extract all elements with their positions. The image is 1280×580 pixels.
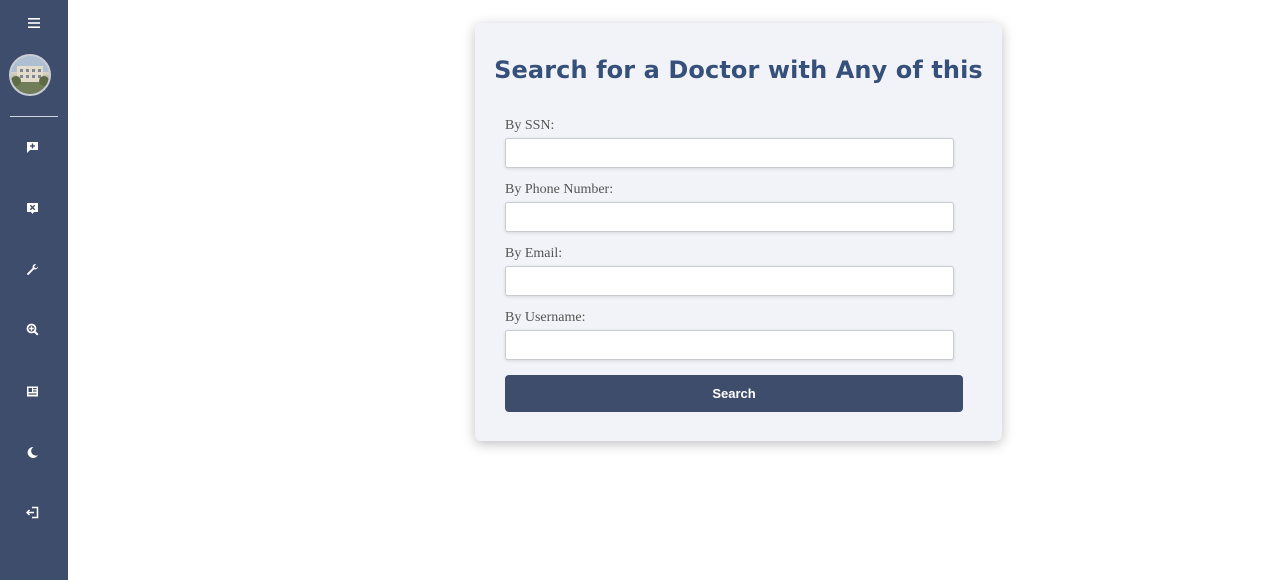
cancel-comment-icon	[26, 202, 38, 214]
id-card-icon	[26, 386, 38, 396]
email-label: By Email:	[505, 246, 563, 261]
avatar[interactable]	[9, 54, 51, 96]
sidebar-item-dark-mode[interactable]	[14, 437, 50, 467]
search-icon	[26, 323, 39, 336]
ssn-label: By SSN:	[505, 118, 555, 133]
phone-input[interactable]	[505, 202, 954, 232]
username-label: By Username:	[505, 310, 586, 325]
search-button[interactable]: Search	[505, 375, 963, 412]
wrench-icon	[26, 263, 38, 275]
sidebar-item-search[interactable]	[14, 314, 50, 344]
sidebar-item-logout[interactable]	[14, 497, 50, 527]
email-input[interactable]	[505, 266, 954, 296]
ssn-input[interactable]	[505, 138, 954, 168]
moon-icon	[27, 446, 38, 458]
sidebar-item-records[interactable]	[14, 376, 50, 406]
add-comment-icon	[26, 141, 38, 153]
sidebar-item-add-comment[interactable]	[14, 132, 50, 162]
username-input[interactable]	[505, 330, 954, 360]
logout-icon	[25, 506, 38, 518]
building-photo	[11, 56, 49, 94]
search-doctor-card: Search for a Doctor with Any of this By …	[475, 23, 1002, 441]
hamburger-menu-icon	[28, 18, 40, 28]
menu-toggle-button[interactable]	[22, 12, 46, 34]
sidebar-divider	[10, 116, 58, 117]
page-title: Search for a Doctor with Any of this	[494, 56, 983, 84]
sidebar-item-tools[interactable]	[14, 254, 50, 284]
sidebar	[0, 0, 68, 580]
sidebar-item-cancel-comment[interactable]	[14, 193, 50, 223]
phone-label: By Phone Number:	[505, 182, 614, 197]
